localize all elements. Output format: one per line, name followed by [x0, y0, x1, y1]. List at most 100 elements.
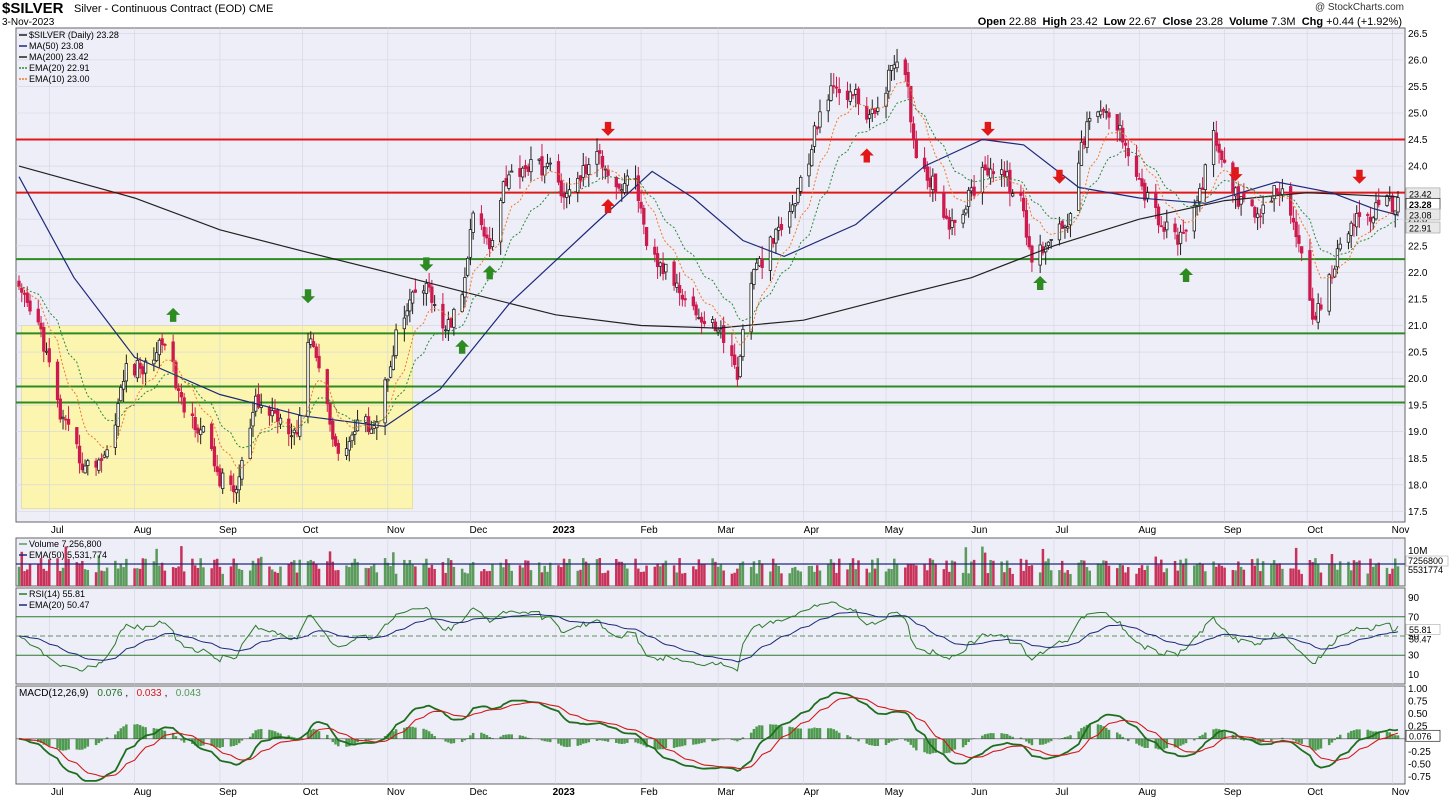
macd-hist-bar — [1044, 738, 1047, 744]
candle-body — [99, 458, 104, 461]
candle-body — [1019, 191, 1023, 196]
candle-body — [584, 164, 588, 175]
macd-hist-bar — [909, 738, 913, 745]
macd-tick-label: -0.50 — [1408, 759, 1431, 770]
volume-bar — [637, 568, 640, 586]
volume-bar — [942, 569, 946, 586]
volume-bar — [1195, 564, 1199, 586]
macd-hist-bar — [1198, 736, 1202, 739]
macd-hist-bar — [983, 734, 987, 739]
chart-canvas: 17.5 18.0 18.5 19.0 19.5 20.0 20.5 21.0 21.5 22.0… — [15, 27, 1449, 798]
volume-bar — [755, 573, 758, 586]
volume-bar — [290, 561, 293, 586]
candle-body — [267, 406, 272, 416]
candle-body — [537, 158, 541, 161]
macd-hist-bar — [61, 738, 65, 751]
volume-bar — [780, 573, 783, 586]
candle-body — [1082, 140, 1086, 146]
volume-bar — [818, 570, 822, 586]
macd-hist-bar — [524, 736, 527, 739]
macd-hist-bar — [215, 738, 219, 748]
volume-bar — [1173, 560, 1177, 586]
candle-body — [848, 91, 852, 102]
macd-hist-bar — [672, 738, 676, 748]
candle-body — [677, 285, 682, 294]
x-tick-label-bottom: Sep — [219, 787, 237, 798]
macd-hist-bar — [1352, 730, 1356, 739]
candle-body — [1173, 223, 1177, 233]
candle-body — [1140, 178, 1144, 187]
candle-body — [488, 238, 492, 250]
candle-body — [443, 329, 448, 332]
candle-body — [1143, 182, 1147, 201]
candle-body — [1255, 213, 1260, 218]
macd-hist-bar — [229, 738, 233, 747]
macd-hist-bar — [1300, 738, 1303, 744]
volume-bar — [559, 567, 563, 586]
price-tick-label: 24.0 — [1408, 162, 1428, 173]
candle-body — [1239, 195, 1243, 205]
macd-hist-bar — [576, 738, 580, 746]
macd-hist-bar — [1358, 729, 1361, 739]
candle-body — [986, 167, 990, 176]
candle-body — [581, 165, 585, 178]
candle-body — [1294, 221, 1298, 238]
candle-body — [427, 284, 431, 288]
candle-body — [1145, 192, 1150, 199]
volume-bar — [661, 563, 665, 586]
volume-bar — [983, 552, 987, 586]
volume-bar — [59, 570, 62, 586]
x-tick-label-bottom: Apr — [804, 787, 820, 798]
macd-hist-bar — [606, 738, 610, 742]
candle-body — [710, 318, 715, 324]
volume-bar — [1369, 558, 1372, 586]
macd-hist-bar — [317, 731, 321, 739]
candle-body — [1236, 186, 1241, 207]
volume-bar — [719, 564, 723, 586]
volume-bar — [133, 568, 136, 586]
candle-body — [58, 398, 62, 420]
macd-hist-bar — [480, 732, 483, 739]
macd-hist-bar — [664, 738, 668, 748]
price-tag-label: 23.28 — [1409, 200, 1432, 210]
macd-legend-entry: 0.076 — [97, 688, 122, 699]
macd-hist-bar — [1297, 738, 1301, 743]
volume-bar — [199, 558, 202, 586]
candle-body — [86, 460, 90, 466]
candle-body — [391, 355, 395, 370]
volume-bar — [1366, 573, 1369, 586]
candle-body — [699, 316, 704, 323]
macd-hist-bar — [584, 738, 588, 744]
macd-hist-bar — [504, 734, 508, 739]
macd-hist-bar — [268, 729, 271, 739]
volume-bar — [94, 572, 98, 586]
volume-bar — [386, 562, 390, 586]
macd-hist-bar — [683, 738, 687, 746]
volume-bar — [348, 567, 351, 586]
volume-bar — [171, 567, 175, 586]
consolidation-zone — [21, 325, 413, 509]
candle-body — [1275, 188, 1279, 195]
candle-body — [1390, 195, 1395, 214]
x-tick-label: Nov — [1392, 525, 1410, 536]
candle-body — [1203, 164, 1207, 191]
macd-hist-bar — [873, 738, 877, 747]
candle-body — [1217, 143, 1221, 153]
rsi-tag-label: 55.81 — [1409, 625, 1432, 635]
macd-legend-entry: 0.043 — [176, 688, 201, 699]
x-tick-label: Oct — [303, 525, 319, 536]
volume-bar — [1374, 563, 1378, 586]
macd-hist-bar — [543, 738, 546, 742]
price-legend-entry: $SILVER (Daily) 23.28 — [29, 30, 119, 40]
volume-bar — [1292, 568, 1295, 586]
macd-hist-bar — [989, 733, 992, 739]
macd-hist-bar — [97, 738, 101, 744]
volume-bar — [221, 573, 224, 586]
candle-body — [1099, 110, 1103, 116]
volume-bar — [452, 566, 456, 586]
volume-bar — [703, 563, 706, 586]
candle-body — [953, 219, 957, 223]
candle-body — [276, 409, 280, 422]
macd-hist-bar — [1118, 734, 1122, 739]
macd-hist-bar — [67, 738, 70, 750]
